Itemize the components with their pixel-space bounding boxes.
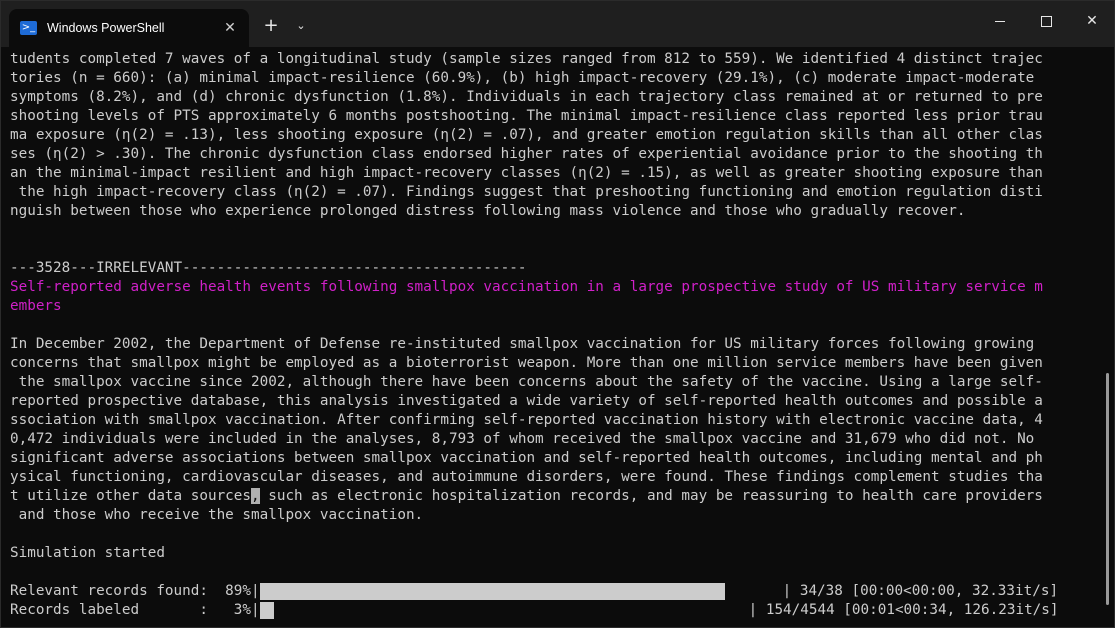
- tab-title: Windows PowerShell: [47, 21, 165, 35]
- abstract-text: such as electronic hospitalization recor…: [259, 488, 1043, 504]
- abstract-line: the smallpox vaccine since 2002, althoug…: [10, 374, 1043, 390]
- terminal-line: tudents completed 7 waves of a longitudi…: [10, 51, 1043, 67]
- terminal-output[interactable]: tudents completed 7 waves of a longitudi…: [10, 50, 1100, 625]
- progress-suffix: | 154/4544 [00:01<00:34, 126.23it/s]: [748, 602, 1059, 618]
- terminal-line: ses (η(2) > .30). The chronic dysfunctio…: [10, 146, 1043, 162]
- terminal-line: an the minimal-impact resilient and high…: [10, 165, 1043, 181]
- maximize-button[interactable]: [1023, 1, 1069, 41]
- abstract-line: 0,472 individuals were included in the a…: [10, 431, 1035, 447]
- abstract-line: significant adverse associations between…: [10, 450, 1043, 466]
- abstract-line: reported prospective database, this anal…: [10, 393, 1043, 409]
- abstract-line: ysical functioning, cardiovascular disea…: [10, 469, 1043, 485]
- terminal-line: ma exposure (η(2) = .13), less shooting …: [10, 127, 1043, 143]
- tab-windows-powershell[interactable]: >_ Windows PowerShell ✕: [9, 9, 249, 47]
- maximize-icon: [1040, 15, 1052, 27]
- abstract-line: ssociation with smallpox vaccination. Af…: [10, 412, 1043, 428]
- abstract-line: t utilize other data sources, such as el…: [10, 487, 1100, 506]
- status-text: Simulation started: [10, 545, 165, 561]
- abstract-line: concerns that smallpox might be employed…: [10, 355, 1043, 371]
- record-title: Self-reported adverse health events foll…: [10, 279, 1043, 295]
- abstract-text: t utilize other data sources: [10, 488, 252, 504]
- record-title: embers: [10, 298, 62, 314]
- powershell-window: >_ Windows PowerShell ✕ + ⌄ ✕ tudents co…: [0, 0, 1115, 628]
- terminal-line: nguish between those who experience prol…: [10, 203, 966, 219]
- abstract-line: In December 2002, the Department of Defe…: [10, 336, 1035, 352]
- progress-relevant: Relevant records found: 89%| | 34/38 [00…: [10, 582, 1100, 601]
- powershell-icon: >_: [20, 21, 37, 35]
- progress-bar-fill: [259, 583, 726, 600]
- title-bar: >_ Windows PowerShell ✕ + ⌄ ✕: [1, 1, 1114, 47]
- close-tab-icon[interactable]: ✕: [220, 18, 240, 38]
- chevron-down-icon[interactable]: ⌄: [289, 11, 313, 39]
- minimize-icon: [995, 20, 1005, 22]
- terminal-line: tories (n = 660): (a) minimal impact-res…: [10, 70, 1035, 86]
- progress-label: Records labeled : 3%|: [10, 602, 260, 618]
- new-tab-button[interactable]: +: [259, 11, 283, 39]
- progress-label: Relevant records found: 89%|: [10, 583, 260, 599]
- progress-labeled: Records labeled : 3%| | 154/4544 [00:01<…: [10, 601, 1100, 620]
- abstract-line: and those who receive the smallpox vacci…: [10, 507, 424, 523]
- text-cursor: ,: [251, 488, 260, 504]
- terminal-line: symptoms (8.2%), and (d) chronic dysfunc…: [10, 89, 1043, 105]
- scrollbar-thumb[interactable]: [1106, 373, 1109, 605]
- progress-bar-fill: [259, 602, 275, 619]
- terminal-line: the high impact-recovery class (η(2) = .…: [10, 184, 1043, 200]
- progress-bar: [259, 602, 749, 619]
- record-separator: ---3528---IRRELEVANT--------------------…: [10, 260, 527, 276]
- minimize-button[interactable]: [977, 1, 1023, 41]
- terminal-line: shooting levels of PTS approximately 6 m…: [10, 108, 1043, 124]
- progress-bar: [259, 583, 783, 600]
- progress-suffix: | 34/38 [00:00<00:00, 32.33it/s]: [782, 583, 1059, 599]
- close-window-button[interactable]: ✕: [1069, 1, 1115, 41]
